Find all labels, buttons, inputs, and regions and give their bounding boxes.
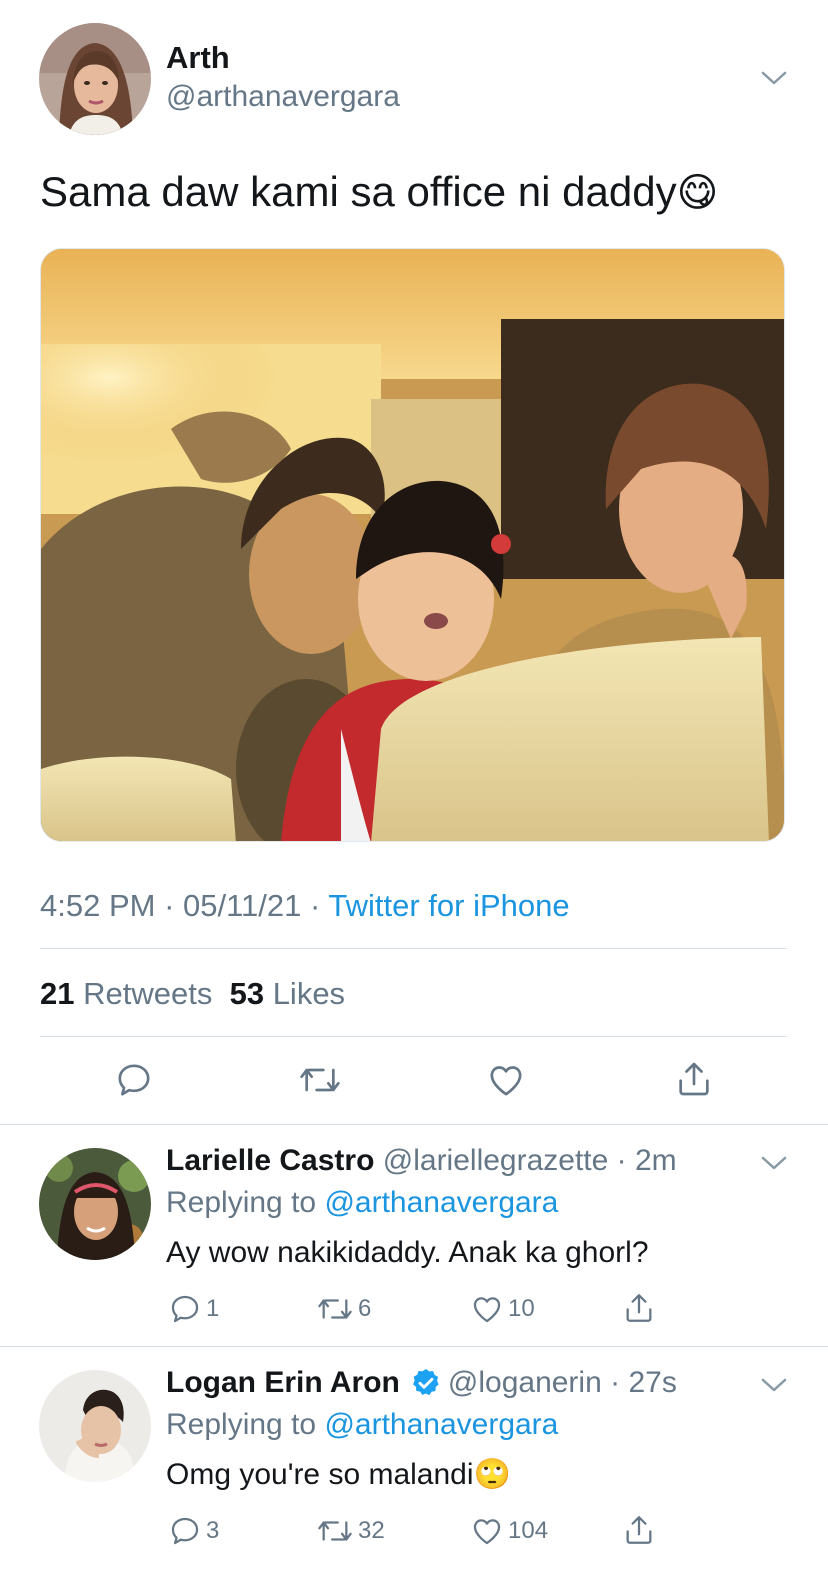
- meta-separator: ·: [601, 1366, 629, 1399]
- chevron-down-icon[interactable]: [761, 1155, 787, 1171]
- chevron-down-icon[interactable]: [761, 70, 787, 86]
- tweet-date[interactable]: 05/11/21: [183, 888, 301, 923]
- replying-to-handle[interactable]: @arthanavergara: [324, 1186, 558, 1219]
- share-icon: [626, 1294, 652, 1322]
- eye-roll-emoji-icon: 🙄: [473, 1458, 511, 1491]
- replying-to-label: Replying to: [166, 1186, 317, 1219]
- reply-button[interactable]: 1: [168, 1292, 219, 1326]
- reply-text-body: Omg you're so malandi: [166, 1458, 474, 1491]
- reply-header: Logan Erin Aron @loganerin · 27s: [166, 1366, 677, 1400]
- retweets-count: 21: [40, 976, 75, 1011]
- retweet-icon: [318, 1299, 352, 1319]
- tweet-text: Sama daw kami sa office ni daddy😋: [40, 168, 718, 216]
- tweet-text-body: Sama daw kami sa office ni daddy: [40, 168, 677, 215]
- car-interior-photo-icon: [41, 249, 784, 841]
- verified-badge-icon: [412, 1369, 439, 1396]
- like-button[interactable]: 10: [470, 1292, 535, 1326]
- tweet-photo[interactable]: [40, 248, 785, 842]
- divider: [0, 1124, 828, 1125]
- divider: [0, 1346, 828, 1347]
- share-icon: [626, 1516, 652, 1544]
- replying-to: Replying to @arthanavergara: [166, 1186, 558, 1220]
- reply-text: Omg you're so malandi🙄: [166, 1457, 511, 1492]
- reply-header: Larielle Castro @lariellegrazette · 2m: [166, 1144, 677, 1178]
- share-button[interactable]: [622, 1512, 656, 1548]
- tweet-time[interactable]: 4:52 PM: [40, 888, 155, 923]
- reply-count: 1: [206, 1295, 220, 1322]
- retweet-icon: [318, 1521, 352, 1541]
- yum-face-emoji-icon: 😋: [676, 171, 719, 215]
- replying-to-label: Replying to: [166, 1408, 317, 1441]
- retweet-icon: [300, 1068, 340, 1092]
- meta-separator: ·: [608, 1144, 635, 1177]
- like-count: 104: [508, 1517, 549, 1544]
- reply-icon: [171, 1517, 199, 1545]
- retweet-count: 6: [358, 1295, 372, 1322]
- reply-icon: [171, 1295, 199, 1323]
- retweets-label: Retweets: [83, 976, 213, 1011]
- likes-label: Likes: [272, 976, 346, 1011]
- reply-text: Ay wow nakikidaddy. Anak ka ghorl?: [166, 1236, 649, 1269]
- meta-separator: ·: [301, 888, 329, 923]
- likes-count: 53: [229, 976, 265, 1011]
- retweet-button[interactable]: [298, 1060, 342, 1100]
- like-icon: [490, 1066, 522, 1096]
- reply-author-name[interactable]: Logan Erin Aron: [166, 1366, 400, 1400]
- replying-to-handle[interactable]: @arthanavergara: [324, 1408, 558, 1441]
- tweet-source-link[interactable]: Twitter for iPhone: [328, 888, 569, 923]
- retweets-stat[interactable]: 21 Retweets: [40, 976, 212, 1011]
- reply-button[interactable]: 3: [168, 1514, 219, 1548]
- reply-author-name[interactable]: Larielle Castro: [166, 1144, 374, 1177]
- like-icon: [473, 1519, 501, 1545]
- divider: [40, 1036, 787, 1037]
- author-avatar[interactable]: [39, 23, 151, 135]
- like-count: 10: [508, 1295, 535, 1322]
- divider: [40, 948, 787, 949]
- share-icon: [679, 1062, 709, 1096]
- reply-icon: [118, 1064, 150, 1096]
- reply-time[interactable]: 27s: [628, 1366, 676, 1400]
- replying-to: Replying to @arthanavergara: [166, 1408, 558, 1442]
- reply-avatar[interactable]: [39, 1370, 151, 1482]
- like-button[interactable]: [486, 1060, 526, 1100]
- retweet-count: 32: [358, 1517, 385, 1544]
- reply-avatar[interactable]: [39, 1148, 151, 1260]
- meta-separator: ·: [155, 888, 184, 923]
- reply-button[interactable]: [114, 1060, 154, 1100]
- retweet-button[interactable]: 6: [316, 1292, 371, 1326]
- author-handle[interactable]: @arthanavergara: [166, 80, 400, 114]
- likes-stat[interactable]: 53 Likes: [230, 976, 345, 1011]
- reply-author-handle[interactable]: @lariellegrazette: [383, 1144, 609, 1177]
- tweet-stats: 21 Retweets 53 Likes: [40, 976, 345, 1012]
- share-button[interactable]: [622, 1290, 656, 1326]
- like-button[interactable]: 104: [470, 1514, 548, 1548]
- reply-count: 3: [206, 1517, 220, 1544]
- like-icon: [473, 1297, 501, 1323]
- tweet-meta: 4:52 PM · 05/11/21 · Twitter for iPhone: [40, 888, 570, 924]
- author-name[interactable]: Arth: [166, 40, 230, 76]
- retweet-button[interactable]: 32: [316, 1514, 385, 1548]
- chevron-down-icon[interactable]: [761, 1377, 787, 1393]
- reply-author-handle[interactable]: @loganerin: [448, 1366, 602, 1400]
- share-button[interactable]: [674, 1058, 714, 1100]
- reply-time[interactable]: 2m: [635, 1144, 677, 1177]
